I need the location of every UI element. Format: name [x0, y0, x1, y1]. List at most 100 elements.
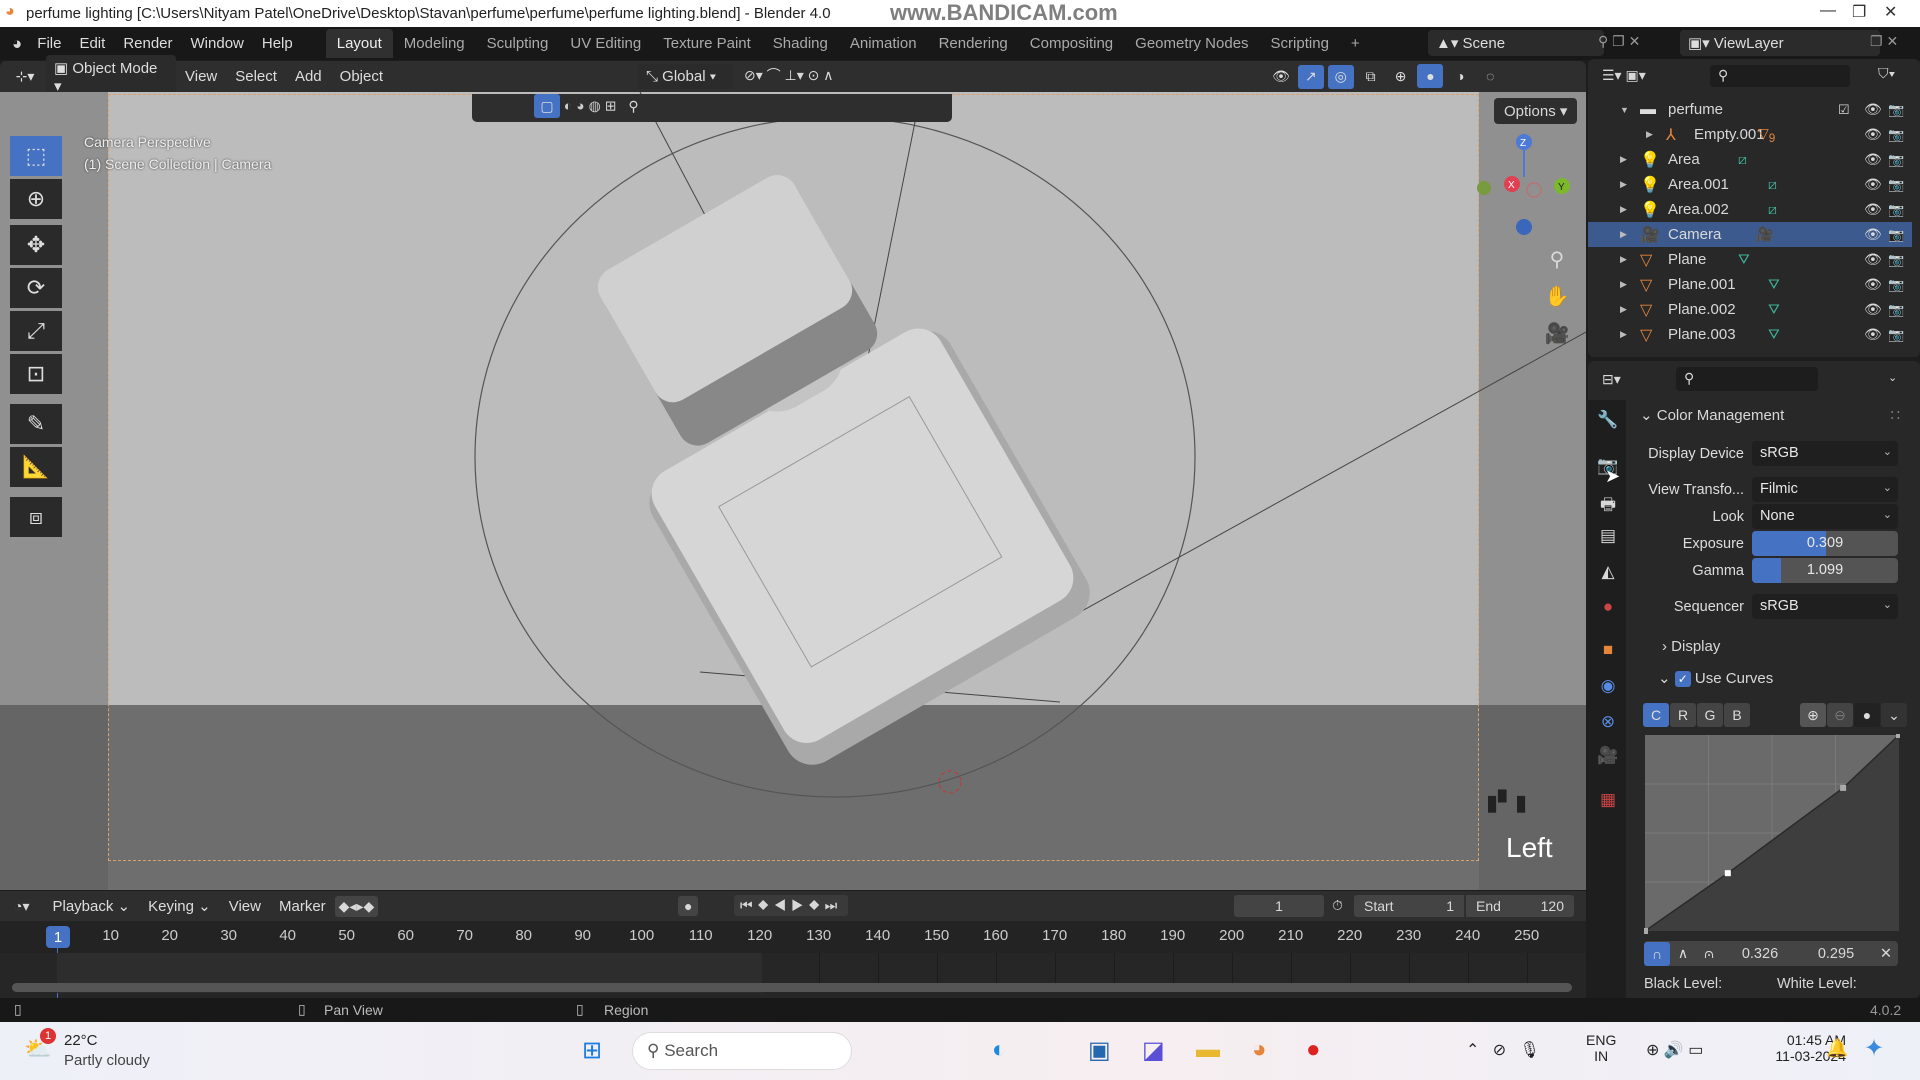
render-camera-icon[interactable]: 📷: [1888, 252, 1904, 268]
curve-point[interactable]: [1724, 870, 1731, 877]
menu-select[interactable]: Select: [226, 68, 286, 85]
use-curves-checkbox[interactable]: ✓: [1674, 671, 1691, 687]
tool-tab-icon[interactable]: 🔧: [1596, 410, 1620, 430]
view-layer-selector[interactable]: ▣▾ ViewLayer: [1680, 30, 1880, 56]
overlay-icon[interactable]: ◎: [1327, 64, 1354, 89]
transform-tool-icon[interactable]: ⊡: [10, 354, 62, 394]
point-y-field[interactable]: 0.295: [1798, 946, 1874, 962]
camera-data-icon[interactable]: 🎥: [1756, 226, 1773, 243]
render-camera-icon[interactable]: 📷: [1888, 152, 1904, 168]
look-dropdown[interactable]: None ⌄: [1752, 504, 1898, 529]
curve-graph[interactable]: [1644, 734, 1900, 934]
camera-view-icon[interactable]: 🎥: [1542, 316, 1572, 353]
menu-help[interactable]: Help: [253, 35, 302, 52]
xray-icon[interactable]: ⧉: [1358, 65, 1384, 89]
solid-shading-icon[interactable]: ●: [1417, 64, 1444, 88]
end-frame-field[interactable]: End 120: [1466, 895, 1574, 917]
outliner-item-perfume[interactable]: ▼ ▬ perfume ☑ 👁 📷: [1588, 97, 1912, 122]
annotate-tool-icon[interactable]: ✎: [10, 404, 62, 444]
select-box-tool-icon[interactable]: ⬚: [10, 136, 62, 176]
render-camera-icon[interactable]: 📷: [1888, 202, 1904, 218]
bandicam-icon[interactable]: ●: [1306, 1036, 1321, 1064]
measure-tool-icon[interactable]: 📐: [10, 447, 62, 487]
delete-point-icon[interactable]: ✕: [1874, 946, 1898, 962]
mesh-data-icon[interactable]: ⛛: [1768, 326, 1780, 343]
visibility-eye-icon[interactable]: 👁: [1864, 176, 1882, 193]
empty-data-icon[interactable]: ▽9: [1758, 125, 1775, 145]
search-icon[interactable]: ⚲: [628, 98, 638, 114]
texture-tab-icon[interactable]: ▦: [1596, 790, 1620, 810]
properties-search-input[interactable]: ⚲: [1676, 367, 1818, 391]
taskbar-search[interactable]: ⚲ Search: [632, 1032, 852, 1070]
tab-uv-editing[interactable]: UV Editing: [559, 29, 652, 58]
menu-timeline-view[interactable]: View: [220, 898, 270, 915]
menu-keying[interactable]: Keying ⌄: [139, 897, 220, 915]
channel-g[interactable]: G: [1697, 703, 1723, 727]
display-subpanel[interactable]: › Display: [1662, 638, 1720, 655]
menu-marker[interactable]: Marker: [270, 898, 335, 915]
pivot-icon[interactable]: ⊘▾ ⌒ ⊥▾ ⊙ ∧: [744, 65, 834, 85]
expand-right-icon[interactable]: ▶: [1620, 154, 1627, 165]
tab-shading[interactable]: Shading: [762, 29, 839, 58]
start-frame-field[interactable]: Start 1: [1354, 895, 1464, 917]
visibility-eye-icon[interactable]: 👁: [1864, 251, 1882, 268]
visibility-eye-icon[interactable]: 👁: [1864, 126, 1882, 143]
rendered-shading-icon[interactable]: ◌: [1477, 64, 1503, 88]
stopwatch-icon[interactable]: ⏱: [1332, 897, 1343, 914]
curve-point[interactable]: [1644, 928, 1648, 934]
outliner-item-empty-001[interactable]: ▶ ⅄ Empty.001 ▽9 👁 📷: [1588, 122, 1912, 147]
3d-viewport[interactable]: ▢ ◐ ◕ ◍ ⊞ ⚲ Options ▾ ⬚ ⊕ ✥ ⟳ ⤢ ⊡ ✎ 📐 ⧈ …: [0, 92, 1586, 890]
tab-geometry-nodes[interactable]: Geometry Nodes: [1124, 29, 1259, 58]
render-camera-icon[interactable]: 📷: [1888, 277, 1904, 293]
mesh-data-icon[interactable]: ⛛: [1768, 276, 1780, 293]
outliner-item-area[interactable]: ▶ 💡 Area ⧄ 👁 📷: [1588, 147, 1912, 172]
scale-tool-icon[interactable]: ⤢: [10, 311, 62, 351]
physics-tab-icon[interactable]: ◉: [1596, 676, 1620, 696]
zoom-in-icon[interactable]: ⊕: [1800, 703, 1826, 727]
network-volume-battery-icons[interactable]: ⊕ 🔊 ▭: [1646, 1040, 1703, 1060]
properties-editor-type-icon[interactable]: ⊟▾: [1602, 371, 1621, 388]
zoom-out-icon[interactable]: ⊖: [1827, 703, 1853, 727]
expand-right-icon[interactable]: ▶: [1620, 204, 1627, 215]
navigation-gizmo[interactable]: Z X Y: [1474, 132, 1574, 242]
light-data-icon[interactable]: ⧄: [1768, 201, 1777, 218]
outliner-item-plane-002[interactable]: ▶ ▽ Plane.002 ⛛ 👁 📷: [1588, 297, 1912, 322]
visibility-icon[interactable]: 👁: [1268, 65, 1294, 89]
file-explorer-icon[interactable]: ▬: [1196, 1036, 1220, 1064]
light-data-icon[interactable]: ⧄: [1738, 151, 1747, 168]
visibility-eye-icon[interactable]: 👁: [1864, 101, 1882, 118]
menu-window[interactable]: Window: [182, 35, 253, 52]
outliner-display-mode-icon[interactable]: ☰▾ ▣▾: [1602, 67, 1646, 84]
mesh-data-icon[interactable]: ⛛: [1738, 251, 1750, 268]
drag-handle-icon[interactable]: ∷: [1890, 406, 1900, 424]
playback-controls[interactable]: ⏮◆◀▶◆⏭: [734, 895, 849, 916]
keyframe-nav-icon[interactable]: ◆◂▸◆: [334, 895, 379, 917]
menu-render[interactable]: Render: [114, 35, 181, 52]
visibility-eye-icon[interactable]: 👁: [1864, 326, 1882, 343]
menu-view[interactable]: View: [176, 68, 226, 85]
view-layer-actions[interactable]: ❐ ✕: [1870, 33, 1898, 50]
expand-right-icon[interactable]: ▶: [1620, 329, 1627, 340]
curve-point[interactable]: [1840, 784, 1847, 791]
app-icon[interactable]: ◪: [1142, 1036, 1165, 1065]
point-x-field[interactable]: 0.326: [1722, 946, 1798, 962]
light-data-icon[interactable]: ⧄: [1768, 176, 1777, 193]
zoom-icon[interactable]: ⚲: [1542, 242, 1572, 279]
curve-point[interactable]: [1896, 734, 1900, 738]
smooth-handle-icon[interactable]: ∩: [1644, 941, 1670, 966]
expand-right-icon[interactable]: ▶: [1646, 129, 1653, 140]
gizmo-icon[interactable]: ↗: [1297, 64, 1324, 89]
exposure-slider[interactable]: 0.309: [1752, 531, 1898, 556]
start-button-icon[interactable]: ⊞: [582, 1036, 602, 1065]
tab-layout[interactable]: Layout: [325, 29, 393, 58]
outliner-item-area-002[interactable]: ▶ 💡 Area.002 ⧄ 👁 📷: [1588, 197, 1912, 222]
visibility-eye-icon[interactable]: 👁: [1864, 276, 1882, 293]
expand-right-icon[interactable]: ▶: [1620, 304, 1627, 315]
tab-texture-paint[interactable]: Texture Paint: [652, 29, 762, 58]
menu-edit[interactable]: Edit: [70, 35, 114, 52]
outliner-item-camera[interactable]: ▶ 🎥 Camera 🎥 👁 📷: [1588, 222, 1912, 247]
cursor-tool-icon[interactable]: ⊕: [10, 179, 62, 219]
orientation-selector[interactable]: ⤡ Global ▾: [638, 64, 734, 89]
add-workspace-button[interactable]: +: [1340, 29, 1371, 58]
render-camera-icon[interactable]: 📷: [1888, 302, 1904, 318]
